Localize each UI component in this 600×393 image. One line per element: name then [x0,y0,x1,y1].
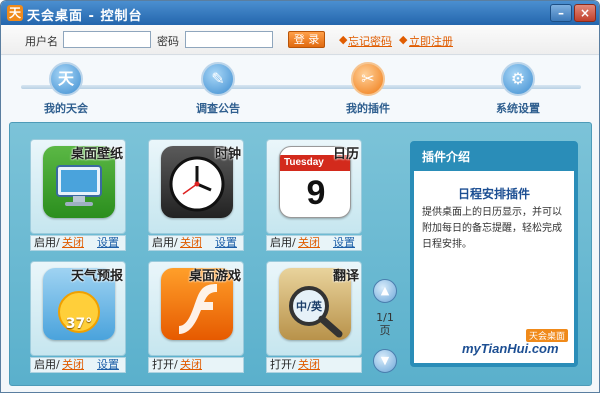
intro-description: 提供桌面上的日历显示，并可以附加每日的备忘提醒，轻松完成日程安排。 [422,207,562,250]
plugin-card[interactable]: 桌面游戏 [148,261,244,356]
close-button[interactable]: × [574,4,596,22]
register-arrow-icon: ◆ [399,33,408,46]
password-input[interactable] [185,31,273,48]
enable-link[interactable]: 启用 [270,236,292,250]
nav-my-tianhui[interactable]: 天 我的天会 [21,62,111,118]
mytianhui-logo[interactable]: myTianHui.com [462,341,559,356]
nav-label: 调查公告 [196,102,240,115]
gear-icon: ⚙ [501,62,535,96]
password-label: 密码 [157,35,179,48]
plugin-card[interactable]: 37° 天气预报 [30,261,126,356]
nav-survey-notice[interactable]: ✎ 调查公告 [173,62,263,118]
page-indicator: 1/1 页 [370,311,400,337]
plugin-card[interactable]: 时钟 [148,139,244,234]
login-bar: 用户名 密码 登 录 ◆ 忘记密码 ◆ 立即注册 [1,25,599,55]
username-label: 用户名 [25,35,58,48]
disable-link[interactable]: 关闭 [298,358,320,372]
minimize-button[interactable]: – [550,4,572,22]
plugin-controls: 启用 / 关闭 设置 [30,235,126,251]
settings-link[interactable]: 设置 [97,358,119,372]
plugin-desktop-game: 桌面游戏 打开 / 关闭 [148,261,244,374]
page-number: 1/1 [376,311,394,324]
plugin-title: 日历 [332,147,359,162]
plugin-weather: 37° 天气预报 启用 / 关闭 设置 [30,261,126,374]
open-link[interactable]: 打开 [270,358,292,372]
forgot-arrow-icon: ◆ [339,33,348,46]
control-panel-window: 天 天会桌面 - 控制台 – × 用户名 密码 登 录 ◆ 忘记密码 ◆ 立即注… [0,0,600,393]
weather-temperature: 37° [65,316,93,332]
settings-link[interactable]: 设置 [215,236,237,250]
plugin-title: 时钟 [214,147,241,162]
plugin-controls: 启用 / 关闭 设置 [266,235,362,251]
plugin-translate: 中/英 翻译 打开 / 关闭 [266,261,362,374]
app-logo-icon: 天 [7,5,23,21]
calendar-day: 9 [306,174,326,212]
register-link[interactable]: 立即注册 [409,33,453,49]
disable-link[interactable]: 关闭 [180,358,202,372]
separator: / [292,236,296,249]
title-bar[interactable]: 天 天会桌面 - 控制台 – × [1,1,599,25]
separator: / [174,236,178,249]
tianhui-logo-icon: 天 [49,62,83,96]
nav-my-plugins[interactable]: ✂ 我的插件 [323,62,413,118]
plugin-intro-panel: 插件介绍 日程安排插件 提供桌面上的日历显示，并可以附加每日的备忘提醒，轻松完成… [410,141,578,367]
plugin-clock: 时钟 启用 / 关闭 设置 [148,139,244,252]
plugin-controls: 打开 / 关闭 [148,357,244,373]
plugin-title: 桌面壁纸 [70,147,123,162]
disable-link[interactable]: 关闭 [180,236,202,250]
enable-link[interactable]: 启用 [152,236,174,250]
nav-label: 系统设置 [496,102,540,115]
forgot-password-link[interactable]: 忘记密码 [348,33,392,49]
disable-link[interactable]: 关闭 [62,358,84,372]
plugins-panel: 桌面壁纸 启用 / 关闭 设置 时钟 启用 / 关闭 设置 Tuesday 9 … [9,122,592,386]
separator: / [292,358,296,371]
page-navigator: ▲ 1/1 页 ▼ [370,279,400,373]
nav-label: 我的插件 [346,102,390,115]
plugin-title: 桌面游戏 [188,269,241,284]
login-button[interactable]: 登 录 [288,31,325,48]
disable-link[interactable]: 关闭 [298,236,320,250]
enable-link[interactable]: 启用 [34,236,56,250]
page-unit: 页 [379,324,391,337]
open-link[interactable]: 打开 [152,358,174,372]
separator: / [56,358,60,371]
intro-header: 插件介绍 [414,145,574,171]
tools-icon: ✂ [351,62,385,96]
plugin-controls: 打开 / 关闭 [266,357,362,373]
plugin-controls: 启用 / 关闭 设置 [30,357,126,373]
page-down-button[interactable]: ▼ [373,349,397,373]
translate-badge: 中/英 [295,300,323,313]
pencil-icon: ✎ [201,62,235,96]
main-nav: 天 我的天会 ✎ 调查公告 ✂ 我的插件 ⚙ 系统设置 [1,56,599,120]
nav-system-settings[interactable]: ⚙ 系统设置 [473,62,563,118]
plugin-title: 天气预报 [70,269,123,284]
plugin-card[interactable]: Tuesday 9 日历 [266,139,362,234]
plugin-desktop-wallpaper: 桌面壁纸 启用 / 关闭 设置 [30,139,126,252]
separator: / [174,358,178,371]
plugin-title: 翻译 [332,269,359,284]
plugin-controls: 启用 / 关闭 设置 [148,235,244,251]
plugin-card[interactable]: 桌面壁纸 [30,139,126,234]
page-up-button[interactable]: ▲ [373,279,397,303]
plugin-calendar: Tuesday 9 日历 启用 / 关闭 设置 [266,139,362,252]
separator: / [56,236,60,249]
plugin-card[interactable]: 中/英 翻译 [266,261,362,356]
disable-link[interactable]: 关闭 [62,236,84,250]
intro-title: 日程安排插件 [457,187,530,201]
enable-link[interactable]: 启用 [34,358,56,372]
settings-link[interactable]: 设置 [333,236,355,250]
username-input[interactable] [63,31,151,48]
nav-label: 我的天会 [44,102,88,115]
settings-link[interactable]: 设置 [97,236,119,250]
window-title: 天会桌面 - 控制台 [27,9,143,24]
